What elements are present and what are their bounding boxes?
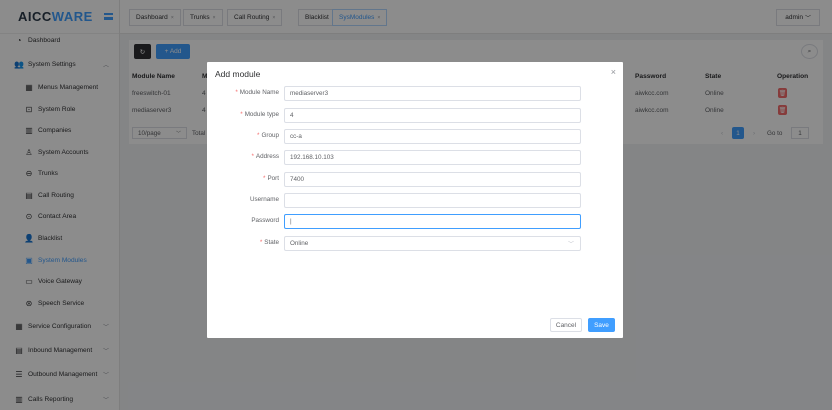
form-row-address: * Address 192.168.10.103 (207, 150, 623, 165)
form-row-group: * Group cc-a (207, 129, 623, 144)
cancel-button[interactable]: Cancel (550, 318, 582, 332)
module-name-label: * Module Name (235, 89, 279, 96)
address-label: * Address (251, 153, 279, 160)
chevron-down-icon: ﹀ (567, 242, 574, 248)
close-icon[interactable]: × (611, 67, 616, 77)
port-label: * Port (262, 175, 279, 182)
password-input[interactable]: | (284, 214, 581, 229)
form-row-module-type: * Module type 4 (207, 108, 623, 123)
state-label: * State (259, 239, 279, 246)
module-name-input[interactable]: mediaserver3 (284, 86, 581, 101)
form-row-port: * Port 7400 (207, 172, 623, 187)
save-button[interactable]: Save (588, 318, 615, 332)
group-label: * Group (257, 132, 279, 139)
password-label: Password (251, 217, 279, 224)
state-select[interactable]: Online ﹀ (284, 236, 581, 251)
form-row-module-name: * Module Name mediaserver3 (207, 86, 623, 101)
address-input[interactable]: 192.168.10.103 (284, 150, 581, 165)
add-module-dialog: Add module × * Module Name mediaserver3 *… (207, 62, 623, 338)
group-input[interactable]: cc-a (284, 129, 581, 144)
module-type-input[interactable]: 4 (284, 108, 581, 123)
port-input[interactable]: 7400 (284, 172, 581, 187)
form-row-username: Username (207, 193, 623, 208)
dialog-title: Add module (215, 69, 261, 79)
username-label: Username (249, 196, 279, 203)
form-row-password: Password | (207, 214, 623, 229)
form-row-state: * State Online ﹀ (207, 236, 623, 251)
module-type-label: * Module type (240, 111, 279, 118)
username-input[interactable] (284, 193, 581, 208)
